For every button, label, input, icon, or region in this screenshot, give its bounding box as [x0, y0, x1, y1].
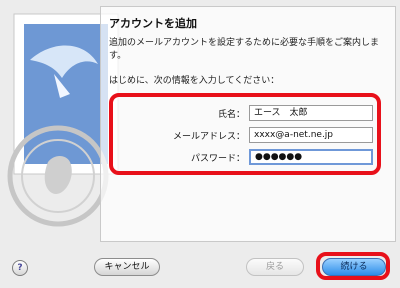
account-form: 氏名： エース 太郎 メールアドレス： xxxx@a-net.ne.jp パスワ…	[109, 93, 381, 175]
dialog-title: アカウントを追加	[109, 17, 197, 30]
password-field[interactable]: ●●●●●●	[249, 149, 373, 165]
add-account-dialog: アカウントを追加 追加のメールアカウントを設定するために必要な手順をご案内します…	[0, 0, 400, 288]
continue-button[interactable]: 続ける	[322, 258, 386, 276]
email-label: メールアドレス：	[172, 132, 245, 142]
dialog-description: 追加のメールアカウントを設定するために必要な手順をご案内します。	[109, 38, 380, 61]
email-field[interactable]: xxxx@a-net.ne.jp	[249, 127, 373, 143]
help-button[interactable]: ?	[12, 260, 28, 276]
name-label: 氏名：	[217, 110, 245, 120]
password-label: パスワード：	[190, 154, 245, 164]
dialog-intro: はじめに、次の情報を入力してください：	[109, 76, 280, 86]
name-row: 氏名： エース 太郎	[113, 105, 377, 121]
button-bar: ? キャンセル 戻る 続ける	[0, 248, 400, 288]
email-row: メールアドレス： xxxx@a-net.ne.jp	[113, 127, 377, 143]
password-row: パスワード： ●●●●●●	[113, 149, 377, 165]
name-field[interactable]: エース 太郎	[249, 105, 373, 121]
content-panel: アカウントを追加 追加のメールアカウントを設定するために必要な手順をご案内します…	[100, 6, 396, 242]
back-button[interactable]: 戻る	[246, 258, 304, 276]
cancel-button[interactable]: キャンセル	[94, 258, 160, 276]
